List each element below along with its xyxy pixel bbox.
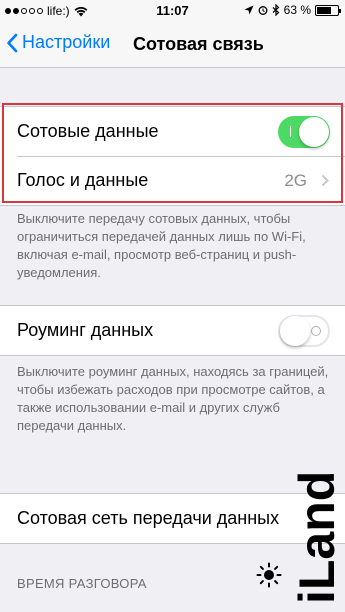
voice-data-label: Голос и данные xyxy=(17,170,149,190)
chevron-left-icon xyxy=(7,33,18,52)
chevron-right-icon xyxy=(321,174,329,187)
battery-icon xyxy=(315,4,341,16)
cellular-settings-group: Сотовые данные Голос и данные 2G xyxy=(0,106,345,206)
status-right: 63 % xyxy=(244,3,341,17)
iland-logo-watermark: iLand xyxy=(294,471,340,604)
cellular-data-footer: Выключите передачу сотовых данных, чтобы… xyxy=(17,211,306,280)
data-roaming-label: Роуминг данных xyxy=(17,320,154,340)
toggle-knob xyxy=(299,117,329,147)
bluetooth-icon xyxy=(272,4,280,16)
data-roaming-toggle[interactable] xyxy=(278,315,330,347)
navigation-bar: Настройки Сотовая связь xyxy=(0,22,345,68)
data-roaming-footer: Выключите роуминг данных, находясь за гр… xyxy=(17,364,329,433)
status-bar: life:) 11:07 63 % xyxy=(0,0,345,22)
page-title: Сотовая связь xyxy=(133,34,264,54)
toggle-on-mark xyxy=(290,126,291,137)
alarm-clock-icon xyxy=(258,6,268,15)
cellular-data-label: Сотовые данные xyxy=(17,121,159,141)
location-arrow-icon xyxy=(244,5,254,15)
voice-data-row[interactable]: Голос и данные 2G xyxy=(0,156,345,205)
sun-icon xyxy=(256,562,282,588)
data-roaming-row: Роуминг данных xyxy=(0,306,345,355)
roaming-settings-group: Роуминг данных xyxy=(0,305,345,356)
battery-percent: 63 % xyxy=(283,3,311,17)
cellular-data-row: Сотовые данные xyxy=(0,107,345,156)
cellular-data-toggle[interactable] xyxy=(278,116,330,148)
back-button[interactable]: Настройки xyxy=(6,32,110,53)
call-time-header: ВРЕМЯ РАЗГОВОРА xyxy=(17,576,147,591)
voice-data-value: 2G xyxy=(284,171,307,190)
svg-text:iLand: iLand xyxy=(294,471,340,604)
toggle-knob xyxy=(280,316,310,346)
back-label: Настройки xyxy=(22,32,111,52)
cellular-network-label: Сотовая сеть передачи данных xyxy=(17,508,280,528)
toggle-off-mark xyxy=(311,326,321,336)
